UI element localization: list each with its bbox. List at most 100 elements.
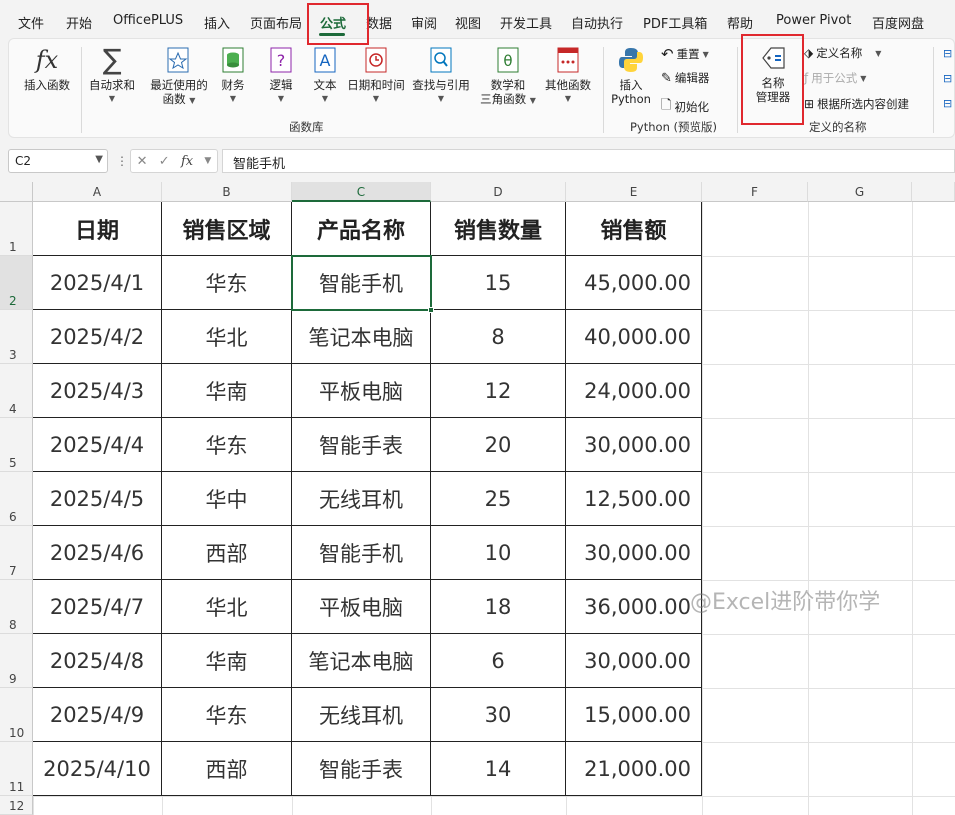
use-in-formula-button[interactable]: ƒ 用于公式 ▼ — [804, 70, 866, 86]
tab-officeplus[interactable]: OfficePLUS — [113, 13, 183, 28]
tab-review[interactable]: 审阅 — [411, 13, 437, 32]
table-cell[interactable]: 10 — [431, 526, 566, 580]
column-header-g[interactable]: G — [808, 182, 912, 202]
define-name-button[interactable]: ⬗ 定义名称 ▼ — [804, 45, 881, 61]
table-cell[interactable]: 华南 — [162, 634, 292, 688]
insert-python-button[interactable]: 插入 Python — [609, 45, 653, 106]
table-cell[interactable]: 2025/4/4 — [33, 418, 162, 472]
text-button[interactable]: A 文本 ▼ — [305, 45, 345, 106]
column-header-h[interactable] — [912, 182, 955, 202]
table-cell[interactable]: 2025/4/5 — [33, 472, 162, 526]
table-cell[interactable]: 华东 — [162, 418, 292, 472]
column-header-b[interactable]: B — [162, 182, 292, 202]
table-cell[interactable]: 8 — [431, 310, 566, 364]
table-cell[interactable]: 智能手机 — [292, 256, 431, 310]
table-cell[interactable]: 无线耳机 — [292, 472, 431, 526]
table-cell[interactable]: 21,000.00 — [566, 742, 702, 796]
tab-pdf-tools[interactable]: PDF工具箱 — [643, 13, 707, 32]
truncated-ribbon-icon[interactable]: ⊟ — [943, 97, 952, 110]
row-header-3[interactable]: 3 — [0, 310, 33, 364]
table-cell[interactable]: 15,000.00 — [566, 688, 702, 742]
table-cell[interactable]: 2025/4/10 — [33, 742, 162, 796]
row-header-2[interactable]: 2 — [0, 256, 33, 310]
column-header-f[interactable]: F — [702, 182, 808, 202]
table-cell[interactable]: 华东 — [162, 256, 292, 310]
row-header-1[interactable]: 1 — [0, 202, 33, 256]
select-all-corner[interactable] — [0, 182, 33, 202]
table-cell[interactable]: 平板电脑 — [292, 580, 431, 634]
formula-input[interactable]: 智能手机 — [222, 149, 955, 173]
tab-power-pivot[interactable]: Power Pivot — [776, 13, 851, 28]
tab-baidu-netdisk[interactable]: 百度网盘 — [872, 13, 924, 32]
table-cell[interactable]: 笔记本电脑 — [292, 310, 431, 364]
tab-file[interactable]: 文件 — [18, 13, 44, 32]
row-header-10[interactable]: 10 — [0, 688, 33, 742]
table-cell[interactable]: 2025/4/6 — [33, 526, 162, 580]
table-cell[interactable]: 2025/4/2 — [33, 310, 162, 364]
table-cell[interactable]: 西部 — [162, 742, 292, 796]
reset-button[interactable]: ↶ 重置 ▼ — [661, 45, 709, 63]
cancel-icon[interactable]: ✕ — [137, 154, 148, 169]
table-cell[interactable]: 12,500.00 — [566, 472, 702, 526]
row-header-12[interactable]: 12 — [0, 796, 33, 815]
table-cell[interactable]: 智能手表 — [292, 418, 431, 472]
row-header-4[interactable]: 4 — [0, 364, 33, 418]
more-functions-button[interactable]: 其他函数 ▼ — [539, 45, 597, 106]
truncated-ribbon-icon[interactable]: ⊟ — [943, 72, 952, 85]
table-cell[interactable]: 6 — [431, 634, 566, 688]
table-cell[interactable]: 20 — [431, 418, 566, 472]
truncated-ribbon-icon[interactable]: ⊟ — [943, 47, 952, 60]
table-header-cell[interactable]: 日期 — [33, 202, 162, 256]
table-cell[interactable]: 华南 — [162, 364, 292, 418]
table-cell[interactable]: 36,000.00 — [566, 580, 702, 634]
logical-button[interactable]: ? 逻辑 ▼ — [261, 45, 301, 106]
chevron-down-icon[interactable]: ▼ — [204, 156, 211, 166]
recently-used-button[interactable]: 最近使用的 函数 ▼ — [141, 45, 217, 108]
editor-button[interactable]: ✎ 编辑器 — [661, 70, 709, 86]
create-from-selection-button[interactable]: ⊞ 根据所选内容创建 — [804, 96, 909, 112]
table-cell[interactable]: 2025/4/8 — [33, 634, 162, 688]
tab-data[interactable]: 数据 — [366, 13, 392, 32]
table-cell[interactable]: 华北 — [162, 580, 292, 634]
table-cell[interactable]: 平板电脑 — [292, 364, 431, 418]
column-header-a[interactable]: A — [33, 182, 162, 202]
table-cell[interactable]: 笔记本电脑 — [292, 634, 431, 688]
column-header-c[interactable]: C — [292, 182, 431, 202]
table-cell[interactable]: 2025/4/9 — [33, 688, 162, 742]
table-cell[interactable]: 15 — [431, 256, 566, 310]
table-header-cell[interactable]: 产品名称 — [292, 202, 431, 256]
table-cell[interactable]: 无线耳机 — [292, 688, 431, 742]
lookup-button[interactable]: 查找与引用 ▼ — [407, 45, 475, 106]
datetime-button[interactable]: 日期和时间 ▼ — [341, 45, 411, 106]
table-header-cell[interactable]: 销售区域 — [162, 202, 292, 256]
tab-view[interactable]: 视图 — [455, 13, 481, 32]
table-cell[interactable]: 30,000.00 — [566, 418, 702, 472]
row-header-8[interactable]: 8 — [0, 580, 33, 634]
table-cell[interactable]: 2025/4/3 — [33, 364, 162, 418]
column-header-d[interactable]: D — [431, 182, 566, 202]
tab-help[interactable]: 帮助 — [727, 13, 753, 32]
math-trig-button[interactable]: θ 数学和 三角函数 ▼ — [475, 45, 541, 108]
name-box[interactable]: C2 ▼ — [8, 149, 108, 173]
tab-automate[interactable]: 自动执行 — [571, 13, 623, 32]
row-header-7[interactable]: 7 — [0, 526, 33, 580]
table-cell[interactable]: 25 — [431, 472, 566, 526]
table-cell[interactable]: 华中 — [162, 472, 292, 526]
table-header-cell[interactable]: 销售数量 — [431, 202, 566, 256]
table-cell[interactable]: 14 — [431, 742, 566, 796]
row-header-5[interactable]: 5 — [0, 418, 33, 472]
more-options-icon[interactable]: ⋮ — [116, 154, 128, 168]
table-header-cell[interactable]: 销售额 — [566, 202, 702, 256]
fill-handle[interactable] — [428, 307, 434, 313]
insert-function-button[interactable]: fx 插入函数 — [21, 45, 73, 92]
chevron-down-icon[interactable]: ▼ — [95, 154, 103, 165]
column-header-e[interactable]: E — [566, 182, 702, 202]
tab-home[interactable]: 开始 — [66, 13, 92, 32]
worksheet-grid[interactable]: A B C D E F G 1 2 3 4 5 6 7 8 9 10 11 12 日期 销售区域 产品名称 销售数量 销售额 2… — [0, 182, 955, 815]
table-cell[interactable]: 24,000.00 — [566, 364, 702, 418]
initialize-button[interactable]: 🗋 初始化 — [661, 96, 709, 118]
table-cell[interactable]: 2025/4/1 — [33, 256, 162, 310]
table-cell[interactable]: 40,000.00 — [566, 310, 702, 364]
table-cell[interactable]: 华北 — [162, 310, 292, 364]
tab-developer[interactable]: 开发工具 — [500, 13, 552, 32]
